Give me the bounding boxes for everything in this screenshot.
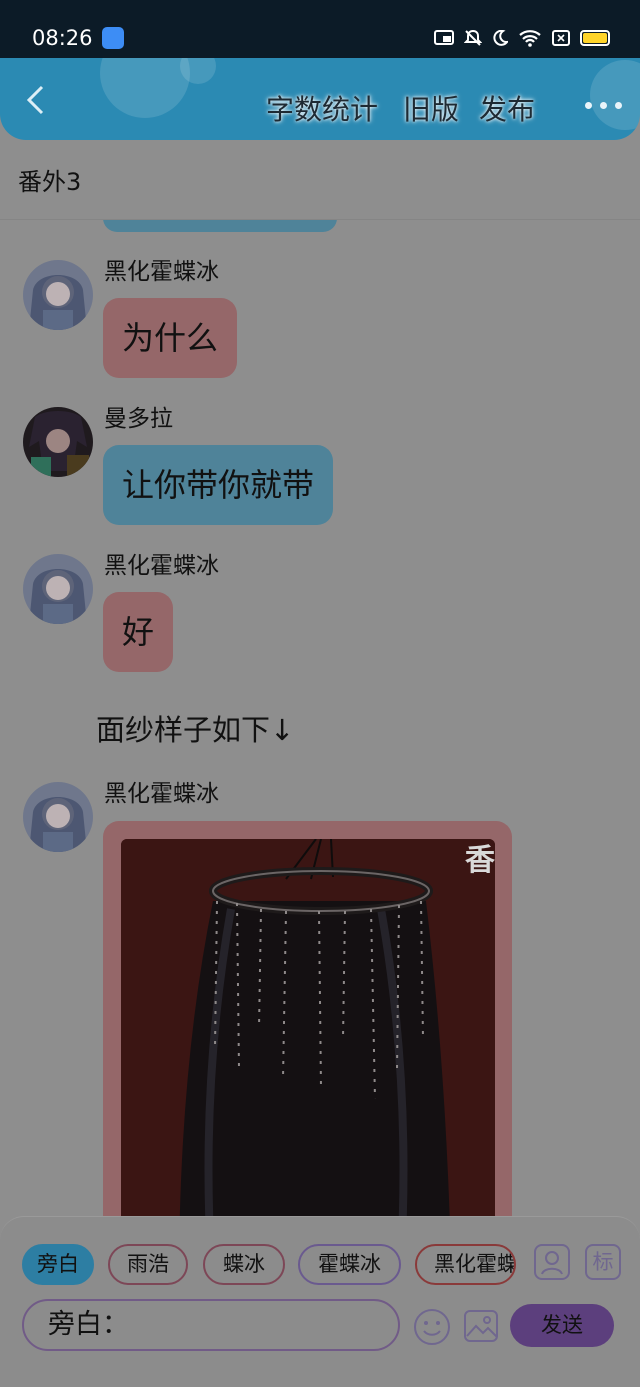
avatar[interactable] xyxy=(23,407,93,477)
editor-header: 字数统计 旧版 发布 xyxy=(0,58,640,140)
role-chip-heihua-huodiebing[interactable]: 黑化霍蝶冰 xyxy=(415,1244,516,1285)
message-bubble[interactable]: 让你带你就带 xyxy=(103,445,334,525)
sim-icon xyxy=(552,30,570,46)
header-decoration xyxy=(100,58,190,118)
narration-text[interactable]: 面纱样子如下↓ xyxy=(96,707,294,749)
sender-name: 黑化霍蝶冰 xyxy=(104,553,219,579)
chevron-left-icon[interactable] xyxy=(24,84,48,116)
wifi-icon xyxy=(519,30,541,47)
message-bubble[interactable]: 好 xyxy=(103,592,174,672)
emoji-icon[interactable] xyxy=(413,1308,451,1346)
avatar[interactable] xyxy=(23,554,93,624)
photo-watermark-text: 香 xyxy=(465,843,495,878)
old-version-button[interactable]: 旧版 xyxy=(403,88,459,128)
avatar[interactable] xyxy=(23,782,93,852)
veil-photo[interactable]: 香 xyxy=(121,839,495,1216)
moon-icon xyxy=(493,30,508,46)
image-icon[interactable] xyxy=(463,1308,499,1344)
sender-name: 曼多拉 xyxy=(104,406,173,432)
tag-icon[interactable]: 标 xyxy=(585,1244,621,1280)
more-dots-icon[interactable] xyxy=(585,102,622,109)
chapter-bar[interactable]: 番外3 xyxy=(0,140,640,220)
cast-icon xyxy=(434,30,454,45)
user-card-icon[interactable] xyxy=(534,1244,570,1280)
role-chip-huodiebing[interactable]: 霍蝶冰 xyxy=(298,1244,401,1285)
sender-name: 黑化霍蝶冰 xyxy=(104,259,219,285)
mute-bell-icon xyxy=(464,29,482,46)
status-icons xyxy=(434,29,610,47)
word-count-button[interactable]: 字数统计 xyxy=(266,88,378,128)
status-bar: 08:26 xyxy=(0,0,640,58)
chat-area[interactable]: 黑化霍蝶冰 为什么 曼多拉 让你带你就带 黑化霍蝶冰 好 面纱样子如下↓ 黑化霍… xyxy=(0,220,640,1216)
role-chip-narration[interactable]: 旁白 xyxy=(22,1244,94,1285)
send-button[interactable]: 发送 xyxy=(510,1304,614,1347)
image-message-bubble[interactable]: 香 xyxy=(103,821,512,1216)
role-chip-yuhao[interactable]: 雨浩 xyxy=(108,1244,188,1285)
sender-name: 黑化霍蝶冰 xyxy=(104,781,219,807)
publish-button[interactable]: 发布 xyxy=(479,88,535,128)
avatar[interactable] xyxy=(23,260,93,330)
message-bubble-partial[interactable] xyxy=(103,220,337,232)
status-time: 08:26 xyxy=(32,26,93,50)
android-notification-icon xyxy=(102,27,124,49)
message-input[interactable]: 旁白： xyxy=(22,1299,400,1351)
header-decoration xyxy=(590,60,640,130)
input-panel: 旁白 雨浩 蝶冰 霍蝶冰 黑化霍蝶冰 标 旁白： 发送 xyxy=(0,1216,640,1387)
chapter-title: 番外3 xyxy=(18,168,82,196)
battery-icon xyxy=(580,30,610,46)
message-bubble[interactable]: 为什么 xyxy=(103,298,238,378)
role-chip-diebing[interactable]: 蝶冰 xyxy=(203,1244,285,1285)
tag-icon-label: 标 xyxy=(592,1250,614,1274)
